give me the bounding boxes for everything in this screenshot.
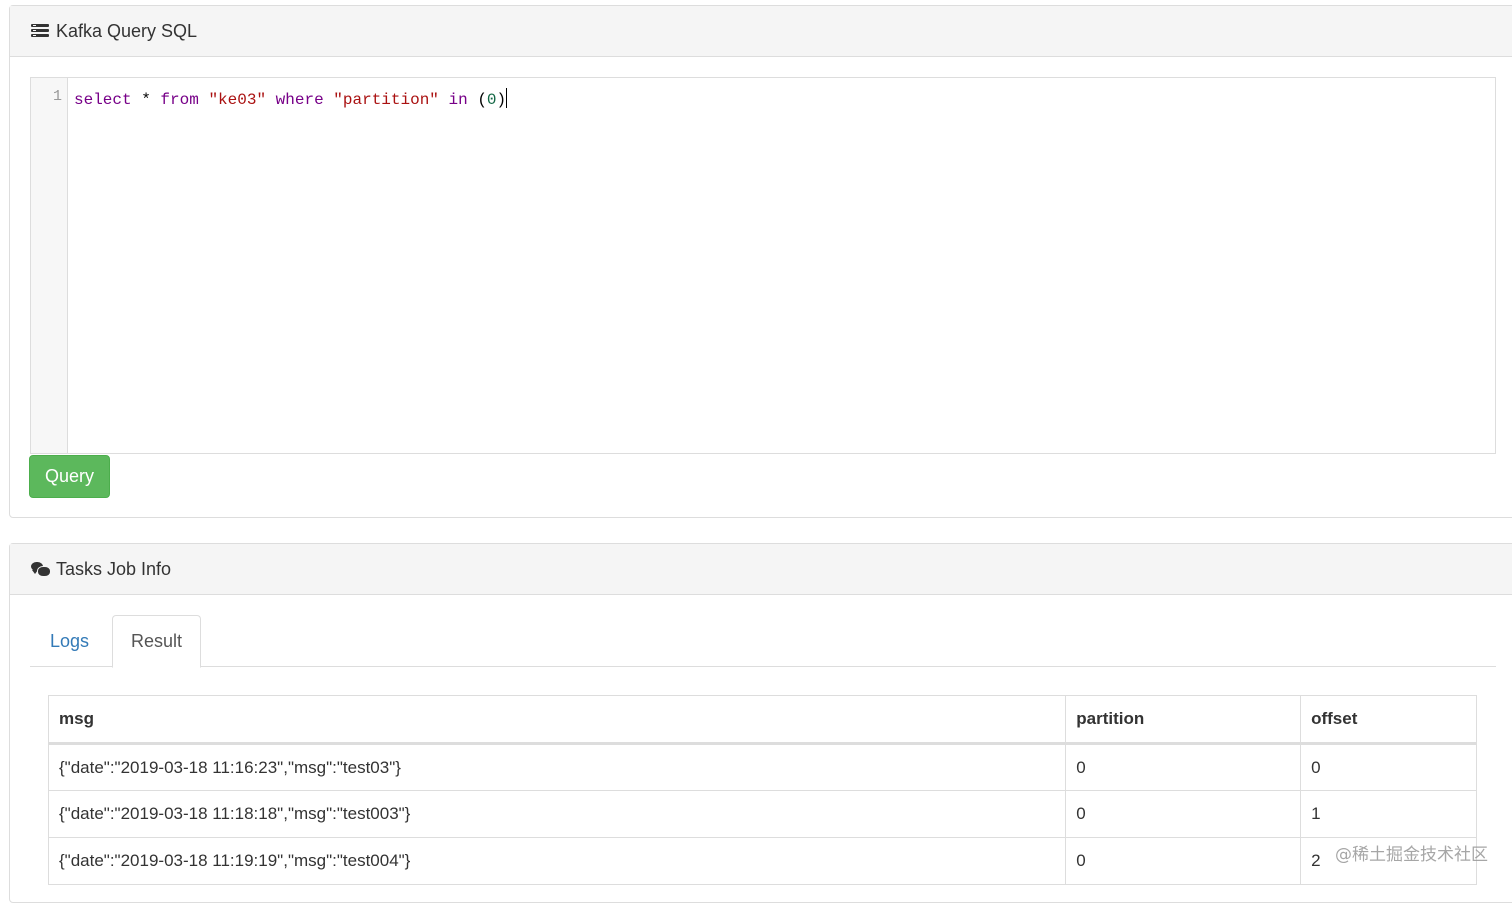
table-row: {"date":"2019-03-18 11:18:18","msg":"tes… bbox=[49, 791, 1477, 838]
column-header-msg[interactable]: msg bbox=[49, 696, 1066, 744]
sql-keyword: where bbox=[276, 91, 324, 109]
text-cursor bbox=[506, 88, 507, 108]
table-header-row: msg partition offset bbox=[49, 696, 1477, 744]
tasks-panel-heading: Tasks Job Info bbox=[10, 544, 1512, 595]
cell-offset: 1 bbox=[1301, 791, 1477, 838]
cell-msg: {"date":"2019-03-18 11:19:19","msg":"tes… bbox=[49, 838, 1066, 885]
editor-gutter: 1 bbox=[31, 78, 68, 453]
sql-operator: * bbox=[132, 91, 161, 109]
sql-paren: ) bbox=[497, 91, 507, 109]
sql-number: 0 bbox=[487, 91, 497, 109]
tab-logs[interactable]: Logs bbox=[30, 615, 109, 667]
sql-space bbox=[266, 91, 276, 109]
table-row: {"date":"2019-03-18 11:16:23","msg":"tes… bbox=[49, 744, 1477, 791]
sql-keyword: in bbox=[449, 91, 468, 109]
sql-editor[interactable]: 1 select * from "ke03" where "partition"… bbox=[30, 77, 1496, 454]
comments-icon bbox=[31, 561, 49, 577]
tasks-panel-title: Tasks Job Info bbox=[56, 560, 171, 578]
cell-partition: 0 bbox=[1066, 744, 1301, 791]
sql-string: "ke03" bbox=[208, 91, 266, 109]
line-number: 1 bbox=[53, 88, 62, 105]
tab-result[interactable]: Result bbox=[112, 615, 201, 668]
query-panel-title: Kafka Query SQL bbox=[56, 22, 197, 40]
result-tabs: Logs Result bbox=[30, 615, 1496, 667]
cell-partition: 0 bbox=[1066, 838, 1301, 885]
tasks-panel: Tasks Job Info Logs Result msg partition… bbox=[9, 543, 1512, 903]
sql-keyword: from bbox=[160, 91, 198, 109]
sql-paren: ( bbox=[468, 91, 487, 109]
column-header-partition[interactable]: partition bbox=[1066, 696, 1301, 744]
result-table: msg partition offset {"date":"2019-03-18… bbox=[48, 695, 1477, 885]
query-panel: Kafka Query SQL 1 select * from "ke03" w… bbox=[9, 5, 1512, 518]
tasks-icon bbox=[31, 23, 49, 39]
table-row: {"date":"2019-03-18 11:19:19","msg":"tes… bbox=[49, 838, 1477, 885]
sql-space bbox=[199, 91, 209, 109]
cell-msg: {"date":"2019-03-18 11:16:23","msg":"tes… bbox=[49, 744, 1066, 791]
cell-msg: {"date":"2019-03-18 11:18:18","msg":"tes… bbox=[49, 791, 1066, 838]
watermark: @稀土掘金技术社区 bbox=[1335, 840, 1488, 865]
cell-offset: 0 bbox=[1301, 744, 1477, 791]
sql-space bbox=[439, 91, 449, 109]
query-button[interactable]: Query bbox=[29, 455, 110, 498]
sql-space bbox=[324, 91, 334, 109]
query-panel-heading: Kafka Query SQL bbox=[10, 6, 1512, 57]
sql-keyword: select bbox=[74, 91, 132, 109]
cell-partition: 0 bbox=[1066, 791, 1301, 838]
sql-string: "partition" bbox=[333, 91, 439, 109]
code-line[interactable]: select * from "ke03" where "partition" i… bbox=[74, 88, 507, 110]
column-header-offset[interactable]: offset bbox=[1301, 696, 1477, 744]
